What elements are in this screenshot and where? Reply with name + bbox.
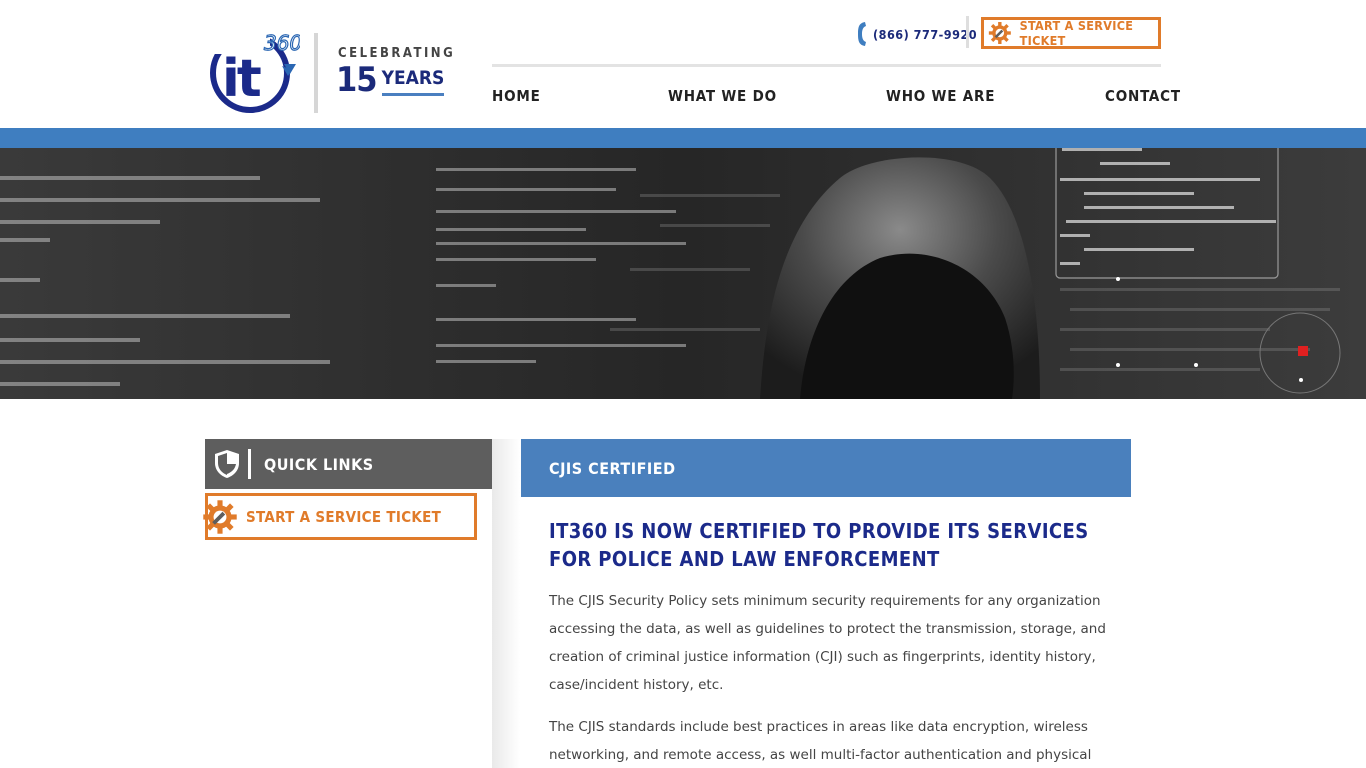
shield-icon <box>215 450 239 478</box>
hero-banner <box>0 148 1366 399</box>
start-service-ticket-label: START A SERVICE TICKET <box>1019 18 1134 48</box>
celebrating-label: CELEBRATING <box>338 46 456 61</box>
hero-hooded-figure-image <box>0 148 1366 399</box>
quick-links-separator <box>248 449 251 479</box>
anniversary-badge: 15 YEARS <box>336 60 445 100</box>
svg-text:it: it <box>222 49 261 109</box>
nav-who-we-are[interactable]: WHO WE ARE <box>886 87 995 105</box>
nav-home[interactable]: HOME <box>492 87 541 105</box>
section-title-bar: CJIS CERTIFIED <box>521 439 1131 497</box>
nav-divider <box>492 64 1161 67</box>
it360-logo[interactable]: it 360 <box>210 30 300 114</box>
start-service-ticket-button[interactable]: START A SERVICE TICKET <box>981 17 1161 49</box>
quick-links-title: QUICK LINKS <box>264 454 374 474</box>
header-accent-bar <box>0 128 1366 148</box>
header-separator <box>966 16 969 48</box>
years-word: YEARS <box>381 67 445 96</box>
gear-wrench-icon <box>203 499 237 534</box>
site-header: it 360 CELEBRATING 15 YEARS (866) 777-99… <box>0 0 1366 128</box>
page-heading: IT360 IS NOW CERTIFIED TO PROVIDE ITS SE… <box>549 519 1089 571</box>
nav-contact[interactable]: CONTACT <box>1105 87 1181 105</box>
phone-number: (866) 777-9920 <box>873 26 978 42</box>
body-paragraph-1: The CJIS Security Policy sets minimum se… <box>549 593 1106 693</box>
logo-divider <box>314 33 318 113</box>
nav-what-we-do[interactable]: WHAT WE DO <box>668 87 777 105</box>
svg-text:360: 360 <box>264 31 300 55</box>
sidebar-start-service-ticket-button[interactable]: START A SERVICE TICKET <box>203 493 477 540</box>
years-number: 15 <box>336 60 378 100</box>
phone-link[interactable]: (866) 777-9920 <box>857 20 977 48</box>
gear-wrench-icon <box>988 22 1011 44</box>
quick-links-header: QUICK LINKS <box>205 439 492 489</box>
body-paragraph-2: The CJIS standards include best practice… <box>549 719 1092 763</box>
section-title: CJIS CERTIFIED <box>549 458 676 478</box>
phone-icon <box>858 22 866 46</box>
sidebar-shadow <box>492 439 520 768</box>
sidebar-ticket-label: START A SERVICE TICKET <box>246 507 442 526</box>
